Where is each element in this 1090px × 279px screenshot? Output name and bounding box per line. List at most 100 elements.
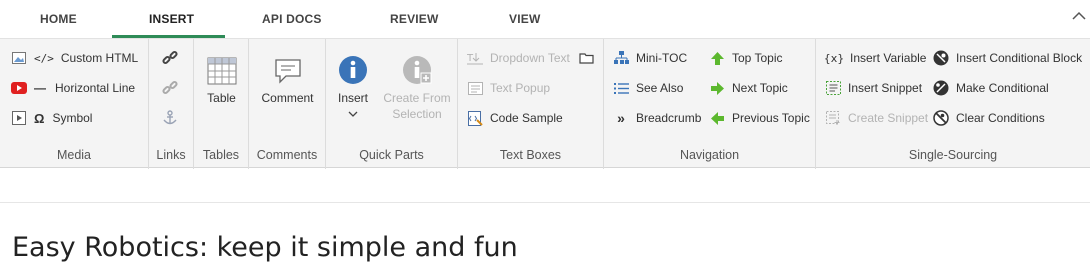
group-comments: Comment Comments bbox=[249, 39, 326, 169]
previous-topic-button[interactable]: Previous Topic bbox=[708, 109, 810, 127]
table-button[interactable]: Table bbox=[194, 57, 249, 105]
insert-conditional-block-button[interactable]: Insert Conditional Block bbox=[932, 49, 1082, 67]
code-sample-button[interactable]: Code Sample bbox=[466, 109, 563, 127]
create-snippet-button[interactable]: Create Snippet bbox=[824, 109, 928, 127]
collapse-ribbon-icon[interactable] bbox=[1072, 8, 1086, 26]
info-icon bbox=[338, 55, 368, 85]
image-icon bbox=[10, 49, 28, 67]
horizontal-line-icon: — bbox=[34, 81, 46, 95]
arrow-left-icon bbox=[708, 109, 726, 127]
snippet-icon bbox=[824, 79, 842, 97]
next-topic-button[interactable]: Next Topic bbox=[708, 79, 788, 97]
text-popup-icon bbox=[466, 79, 484, 97]
see-also-button[interactable]: See Also bbox=[612, 79, 683, 97]
conditional-block-icon bbox=[932, 49, 950, 67]
group-label-quick-parts: Quick Parts bbox=[359, 148, 424, 162]
tab-insert[interactable]: INSERT bbox=[149, 12, 194, 26]
comment-icon bbox=[274, 57, 302, 85]
clear-conditions-label: Clear Conditions bbox=[956, 111, 1045, 125]
insert-label: Insert bbox=[337, 91, 368, 105]
mini-toc-icon bbox=[612, 49, 630, 67]
mini-toc-button[interactable]: Mini-TOC bbox=[612, 49, 687, 67]
make-conditional-button[interactable]: Make Conditional bbox=[932, 79, 1049, 97]
text-popup-label: Text Popup bbox=[490, 81, 551, 95]
omega-icon: Ω bbox=[34, 110, 45, 126]
next-topic-label: Next Topic bbox=[732, 81, 788, 95]
group-label-links: Links bbox=[156, 148, 186, 162]
insert-variable-label: Insert Variable bbox=[850, 51, 927, 65]
group-label-media: Media bbox=[56, 148, 92, 162]
tab-api-docs[interactable]: API DOCS bbox=[262, 12, 322, 26]
chevron-down-icon bbox=[330, 107, 376, 121]
group-quick-parts: Insert Create From Selection Quick Parts bbox=[326, 39, 458, 169]
media-frame-icon bbox=[10, 109, 28, 127]
insert-quick-part-button[interactable]: Insert bbox=[330, 55, 376, 121]
clear-conditions-icon bbox=[932, 109, 950, 127]
create-snippet-icon bbox=[824, 109, 842, 127]
horizontal-line-label: Horizontal Line bbox=[55, 81, 136, 95]
insert-conditional-block-label: Insert Conditional Block bbox=[956, 51, 1083, 65]
code-sample-icon bbox=[466, 109, 484, 127]
tab-view[interactable]: VIEW bbox=[509, 12, 540, 26]
folder-icon[interactable] bbox=[578, 49, 596, 67]
tab-home[interactable]: HOME bbox=[40, 12, 77, 26]
ribbon: </> Custom HTML — Horizontal Line Ω Symb… bbox=[0, 38, 1090, 169]
top-topic-button[interactable]: Top Topic bbox=[708, 49, 782, 67]
custom-html-label: Custom HTML bbox=[60, 51, 139, 65]
group-links: Links bbox=[149, 39, 194, 169]
dropdown-text-label: Dropdown Text bbox=[490, 51, 570, 65]
table-label: Table bbox=[207, 91, 236, 105]
see-also-label: See Also bbox=[636, 81, 684, 95]
group-label-text-boxes: Text Boxes bbox=[499, 148, 562, 162]
breadcrumb-label: Breadcrumb bbox=[636, 111, 702, 125]
group-navigation: Mini-TOC See Also » Breadcrumb Top Topic… bbox=[604, 39, 816, 169]
video-icon bbox=[10, 79, 28, 97]
group-label-comments: Comments bbox=[256, 148, 318, 162]
create-snippet-label: Create Snippet bbox=[848, 111, 929, 125]
group-single-sourcing: {x} Insert Variable Insert Snippet Creat… bbox=[816, 39, 1090, 169]
code-sample-label: Code Sample bbox=[490, 111, 563, 125]
make-conditional-label: Make Conditional bbox=[956, 81, 1049, 95]
make-conditional-icon bbox=[932, 79, 950, 97]
insert-variable-button[interactable]: {x} Insert Variable bbox=[823, 49, 927, 67]
breadcrumb-button[interactable]: » Breadcrumb bbox=[612, 109, 701, 127]
arrow-right-icon bbox=[708, 79, 726, 97]
unlink-icon[interactable] bbox=[161, 79, 179, 97]
group-media: </> Custom HTML — Horizontal Line Ω Symb… bbox=[0, 39, 149, 169]
group-label-single-sourcing: Single-Sourcing bbox=[908, 148, 998, 162]
comment-button[interactable]: Comment bbox=[249, 57, 326, 105]
document-title[interactable]: Easy Robotics: keep it simple and fun bbox=[12, 232, 518, 263]
breadcrumb-icon: » bbox=[617, 110, 625, 126]
top-topic-label: Top Topic bbox=[732, 51, 783, 65]
link-icon[interactable] bbox=[161, 49, 179, 67]
table-icon bbox=[207, 57, 237, 85]
custom-html-button[interactable]: </> Custom HTML bbox=[10, 49, 138, 67]
previous-topic-label: Previous Topic bbox=[732, 111, 810, 125]
document-divider bbox=[0, 202, 1090, 203]
ribbon-tabs: HOME INSERT API DOCS REVIEW VIEW bbox=[0, 0, 1090, 38]
group-label-tables: Tables bbox=[202, 148, 240, 162]
tab-review[interactable]: REVIEW bbox=[390, 12, 439, 26]
list-icon bbox=[612, 79, 630, 97]
info-add-icon bbox=[402, 55, 432, 85]
symbol-button[interactable]: Ω Symbol bbox=[10, 109, 92, 127]
horizontal-line-button[interactable]: — Horizontal Line bbox=[10, 79, 135, 97]
group-tables: Table Tables bbox=[194, 39, 249, 169]
mini-toc-label: Mini-TOC bbox=[636, 51, 688, 65]
arrow-up-icon bbox=[708, 49, 726, 67]
clear-conditions-button[interactable]: Clear Conditions bbox=[932, 109, 1045, 127]
group-label-navigation: Navigation bbox=[679, 148, 740, 162]
anchor-icon[interactable] bbox=[161, 109, 179, 127]
create-from-selection-button[interactable]: Create From Selection bbox=[378, 55, 456, 121]
variable-icon: {x} bbox=[823, 51, 845, 65]
create-from-label-2: Selection bbox=[392, 107, 442, 121]
create-from-label-1: Create From bbox=[383, 91, 451, 105]
symbol-label: Symbol bbox=[52, 111, 93, 125]
insert-snippet-button[interactable]: Insert Snippet bbox=[824, 79, 922, 97]
code-tag-icon: </> bbox=[34, 51, 54, 65]
comment-label: Comment bbox=[261, 91, 314, 105]
dropdown-text-icon: T bbox=[466, 49, 484, 67]
dropdown-text-button[interactable]: T Dropdown Text bbox=[466, 49, 602, 67]
text-popup-button[interactable]: Text Popup bbox=[466, 79, 550, 97]
group-text-boxes: T Dropdown Text Text Popup Code Sample T… bbox=[458, 39, 604, 169]
